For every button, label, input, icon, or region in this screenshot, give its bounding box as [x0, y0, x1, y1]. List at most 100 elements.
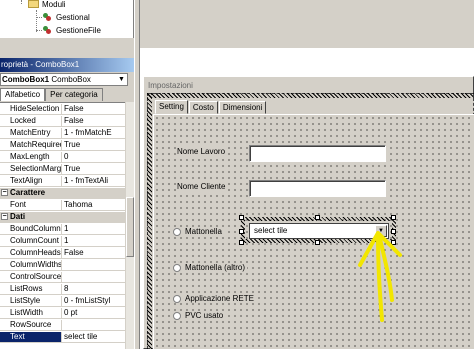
property-row[interactable]: MatchRequired True [0, 140, 125, 151]
property-value[interactable]: select tile [62, 332, 125, 342]
property-value[interactable]: False [62, 248, 125, 258]
resize-handle[interactable] [391, 215, 396, 220]
property-grid-scrollbar[interactable] [125, 102, 134, 349]
folder-icon [28, 0, 39, 8]
radio-mattonella-altro[interactable]: Mattonella (altro) [173, 263, 248, 272]
property-row[interactable]: ControlSource [0, 272, 125, 283]
property-row[interactable]: ListRows 8 [0, 284, 125, 295]
property-name: − Carattere [0, 188, 62, 198]
userform-title: Impostazioni [148, 81, 193, 90]
property-row[interactable]: MatchEntry 1 - fmMatchE [0, 128, 125, 139]
tab-per-categoria[interactable]: Per categoria [45, 88, 103, 101]
radio-label: PVC usato [185, 311, 224, 320]
object-selector[interactable]: ComboBox1 ComboBox [0, 73, 128, 86]
resize-handle[interactable] [391, 229, 396, 234]
property-row[interactable]: ColumnCount 1 [0, 236, 125, 247]
property-name-text: ColumnWidths [10, 260, 62, 269]
property-name: ColumnWidths [0, 260, 62, 270]
label-nome-lavoro: Nome Lavoro [176, 147, 227, 156]
property-row[interactable]: ListStyle 0 - fmListStyl [0, 296, 125, 307]
property-name-text: HideSelection [10, 104, 60, 113]
property-name-text: Text [10, 332, 25, 341]
tree-item-module[interactable]: Gestional [42, 11, 90, 23]
property-row[interactable]: ColumnWidths [0, 260, 125, 271]
property-row[interactable]: RowSource [0, 320, 125, 331]
resize-handle[interactable] [239, 240, 244, 245]
property-name: − Dati [0, 212, 62, 222]
property-value[interactable] [62, 260, 125, 270]
property-category[interactable]: − Dati [0, 212, 125, 223]
chevron-down-icon[interactable]: ▼ [375, 225, 387, 237]
radio-applicazione-rete[interactable]: Applicazione RETE [173, 294, 256, 303]
property-row[interactable]: MaxLength 0 [0, 152, 125, 163]
property-row[interactable]: SelectionMargin True [0, 164, 125, 175]
property-name-text: Dati [10, 212, 26, 221]
tab-setting[interactable]: Setting [155, 100, 188, 114]
tab-alfabetico[interactable]: Alfabetico [0, 88, 46, 101]
property-value[interactable]: True [62, 164, 125, 174]
property-name: Locked [0, 116, 62, 126]
property-value[interactable]: 1 [62, 236, 125, 246]
tree-item-module[interactable]: GestioneFile [42, 24, 101, 36]
property-name-text: ControlSource [10, 272, 62, 281]
resize-handle[interactable] [315, 215, 320, 220]
tree-folder-moduli[interactable]: Moduli [28, 0, 66, 10]
property-name: RowSource [0, 320, 62, 330]
radio-mattonella[interactable]: Mattonella [173, 227, 224, 236]
resize-handle[interactable] [391, 240, 396, 245]
property-value[interactable] [62, 272, 125, 282]
property-name: Text [0, 332, 62, 342]
property-row[interactable]: TextAlign 1 - fmTextAli [0, 176, 125, 187]
property-row[interactable]: BoundColumn 1 [0, 224, 125, 235]
property-value[interactable]: 0 pt [62, 308, 125, 318]
property-value[interactable]: Tahoma [62, 200, 125, 210]
tree-item-label: GestioneFile [56, 25, 101, 35]
property-name: ControlSource [0, 272, 62, 282]
property-row[interactable]: HideSelection False [0, 104, 125, 115]
property-row[interactable]: ListWidth 0 pt [0, 308, 125, 319]
resize-handle[interactable] [315, 240, 320, 245]
property-name-text: Carattere [10, 188, 46, 197]
combobox1[interactable]: select tile ▼ [249, 223, 389, 239]
property-value[interactable]: False [62, 116, 125, 126]
property-value[interactable]: True [62, 140, 125, 150]
radio-label: Mattonella [185, 227, 222, 236]
tree-folder-label: Moduli [42, 0, 66, 9]
chevron-down-icon[interactable]: ▼ [116, 74, 127, 85]
property-value[interactable]: 1 - fmMatchE [62, 128, 125, 138]
property-row[interactable]: ColumnHeads False [0, 248, 125, 259]
resize-handle[interactable] [239, 215, 244, 220]
property-name: ColumnCount [0, 236, 62, 246]
property-value[interactable]: 8 [62, 284, 125, 294]
property-name: MatchEntry [0, 128, 62, 138]
tab-costo[interactable]: Costo [188, 101, 218, 114]
property-row[interactable]: Locked False [0, 116, 125, 127]
property-name-text: BoundColumn [10, 224, 61, 233]
property-value[interactable]: False [62, 104, 125, 114]
property-row[interactable]: Text select tile [0, 332, 125, 343]
collapse-icon[interactable]: − [1, 213, 8, 221]
property-value[interactable]: 0 [62, 152, 125, 162]
properties-title-bar: roprietà - ComboBox1 [0, 58, 134, 72]
property-name: ListWidth [0, 308, 62, 318]
property-name: SelectionMargin [0, 164, 62, 174]
property-row[interactable]: Font Tahoma [0, 200, 125, 211]
module-icon [42, 25, 52, 35]
property-value[interactable] [62, 320, 125, 330]
project-tree[interactable]: Moduli Gestional GestioneFile [0, 0, 134, 38]
tab-dimensioni[interactable]: Dimensioni [218, 101, 267, 114]
combobox-text: select tile [254, 226, 288, 235]
scrollbar-thumb[interactable] [126, 197, 134, 257]
property-category[interactable]: − Carattere [0, 188, 125, 199]
nome-cliente-input[interactable] [249, 180, 386, 197]
property-value[interactable]: 1 - fmTextAli [62, 176, 125, 186]
tree-item-label: Gestional [56, 12, 90, 22]
property-name: BoundColumn [0, 224, 62, 234]
pane-splitter[interactable] [0, 38, 134, 58]
resize-handle[interactable] [239, 229, 244, 234]
radio-pvc-usato[interactable]: PVC usato [173, 311, 226, 320]
collapse-icon[interactable]: − [1, 189, 8, 197]
nome-lavoro-input[interactable] [249, 145, 386, 162]
property-value[interactable]: 0 - fmListStyl [62, 296, 125, 306]
property-value[interactable]: 1 [62, 224, 125, 234]
